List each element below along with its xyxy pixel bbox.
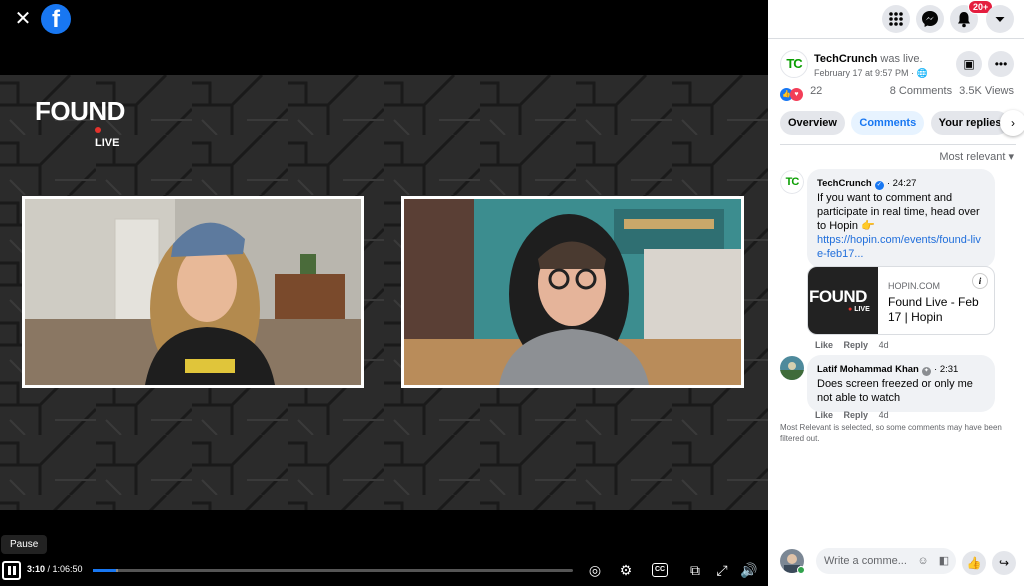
pause-tooltip: Pause xyxy=(1,535,48,554)
love-reaction-icon: ♥ xyxy=(790,88,803,101)
link-title: Found Live - Feb 17 | Hopin xyxy=(888,295,979,324)
page-avatar[interactable]: TC xyxy=(780,50,808,78)
comment-age[interactable]: 4d xyxy=(879,410,889,420)
progress-bar[interactable] xyxy=(93,569,573,572)
comment-bubble-icon[interactable]: ◎ xyxy=(586,561,604,579)
total-time: 1:06:50 xyxy=(52,564,83,574)
comment-author[interactable]: TechCrunch xyxy=(817,178,872,189)
post-timestamp[interactable]: February 17 at 9:57 PM · 🌐 xyxy=(814,68,928,79)
verified-badge-icon: ✓ xyxy=(874,181,884,190)
pause-button[interactable] xyxy=(2,561,21,580)
found-live-logo: FOUND LIVE xyxy=(35,96,125,149)
comment-link[interactable]: https://hopin.com/events/found-live-feb1… xyxy=(817,233,985,261)
time-display: 3:10 / 1:06:50 xyxy=(27,564,83,574)
menu-grid-icon[interactable] xyxy=(882,5,910,33)
badge-icon: ✦ xyxy=(921,367,931,376)
share-icon[interactable]: ↪ xyxy=(992,551,1016,575)
like-comment-link[interactable]: Like xyxy=(815,410,833,420)
divider xyxy=(768,38,1024,39)
reply-comment-link[interactable]: Reply xyxy=(844,340,869,350)
tab-overview[interactable]: Overview xyxy=(780,111,845,135)
guest-video-image xyxy=(404,199,741,385)
divider xyxy=(780,144,1016,145)
comment-text: Does screen freezed or only me not able … xyxy=(817,378,973,404)
progress-fill xyxy=(93,569,116,572)
comment-avatar[interactable]: TC xyxy=(780,170,804,194)
tabs-next-chevron-icon[interactable]: › xyxy=(1000,110,1024,136)
picture-in-picture-icon[interactable]: ⧉ xyxy=(686,561,704,579)
page-name-link[interactable]: TechCrunch xyxy=(814,53,877,65)
current-time: 3:10 xyxy=(27,564,46,574)
post-status: was live. xyxy=(880,53,923,65)
filter-note: Most Relevant is selected, so some comme… xyxy=(780,423,1002,443)
comment-age[interactable]: 4d xyxy=(879,340,889,350)
top-bar: 20+ xyxy=(768,0,1024,38)
close-icon[interactable]: ✕ xyxy=(12,8,34,30)
comment-author[interactable]: Latif Mohammad Khan xyxy=(817,364,919,375)
volume-icon[interactable]: 🔊 xyxy=(740,561,758,579)
link-preview-thumbnail: FOUND ● LIVE xyxy=(808,267,878,334)
messenger-icon[interactable] xyxy=(916,5,944,33)
comment-actions: Like Reply 4d xyxy=(815,410,889,420)
link-domain: HOPIN.COM xyxy=(888,281,941,291)
globe-icon: 🌐 xyxy=(916,68,928,78)
like-comment-link[interactable]: Like xyxy=(815,340,833,350)
facebook-logo[interactable]: f xyxy=(41,4,71,34)
comment-bubble: TechCrunch ✓ · 24:27 If you want to comm… xyxy=(807,169,995,268)
link-preview-card[interactable]: FOUND ● LIVE HOPIN.COM Found Live - Feb … xyxy=(807,266,995,335)
views-count: 3.5K Views xyxy=(959,85,1014,97)
comment-input[interactable]: Write a comme... xyxy=(816,548,956,574)
fullscreen-icon[interactable]: ⤢ xyxy=(713,561,731,579)
fb-live-viewer: ✕ f FOUND LIVE Pause 3:10 / 1:06:50 ◎ ⚙ … xyxy=(0,0,1024,586)
sort-dropdown[interactable]: Most relevant ▾ xyxy=(939,150,1014,163)
online-status-dot xyxy=(797,566,805,574)
sidebar-tabs: Overview Comments Your replies xyxy=(780,111,1011,135)
settings-gear-icon[interactable]: ⚙ xyxy=(617,561,635,579)
more-options-icon[interactable]: ••• xyxy=(988,51,1014,77)
host-video-image xyxy=(25,199,361,385)
camera-feed-left xyxy=(22,196,364,388)
sticker-icon[interactable]: ◧ xyxy=(938,555,950,567)
account-chevron-down-icon[interactable] xyxy=(986,5,1014,33)
comments-count[interactable]: 8 Comments xyxy=(890,85,952,97)
comment-video-timestamp[interactable]: 24:27 xyxy=(893,178,917,189)
reactions-summary[interactable]: 👍 ♥ 22 xyxy=(780,85,822,101)
info-icon[interactable]: i xyxy=(972,273,988,289)
emoji-icon[interactable]: ☺ xyxy=(917,555,929,567)
save-bookmark-icon[interactable]: ▣ xyxy=(956,51,982,77)
post-stats: 8 Comments 3.5K Views xyxy=(890,85,1014,97)
post-title: TechCrunch was live. xyxy=(814,53,923,65)
like-icon[interactable]: 👍 xyxy=(962,551,986,575)
tab-your-replies[interactable]: Your replies xyxy=(930,111,1010,135)
comment-video-timestamp[interactable]: 2:31 xyxy=(940,364,959,375)
tab-comments[interactable]: Comments xyxy=(851,111,925,135)
comment-bubble: Latif Mohammad Khan ✦ · 2:31 Does screen… xyxy=(807,355,995,412)
captions-button[interactable]: CC xyxy=(652,563,668,577)
comment-avatar[interactable] xyxy=(780,356,804,380)
camera-feed-right xyxy=(401,196,744,388)
comment-actions: Like Reply 4d xyxy=(815,340,889,350)
comment-text: If you want to comment and participate i… xyxy=(817,192,980,232)
video-player[interactable]: ✕ f FOUND LIVE Pause 3:10 / 1:06:50 ◎ ⚙ … xyxy=(0,0,768,586)
reply-comment-link[interactable]: Reply xyxy=(844,410,869,420)
